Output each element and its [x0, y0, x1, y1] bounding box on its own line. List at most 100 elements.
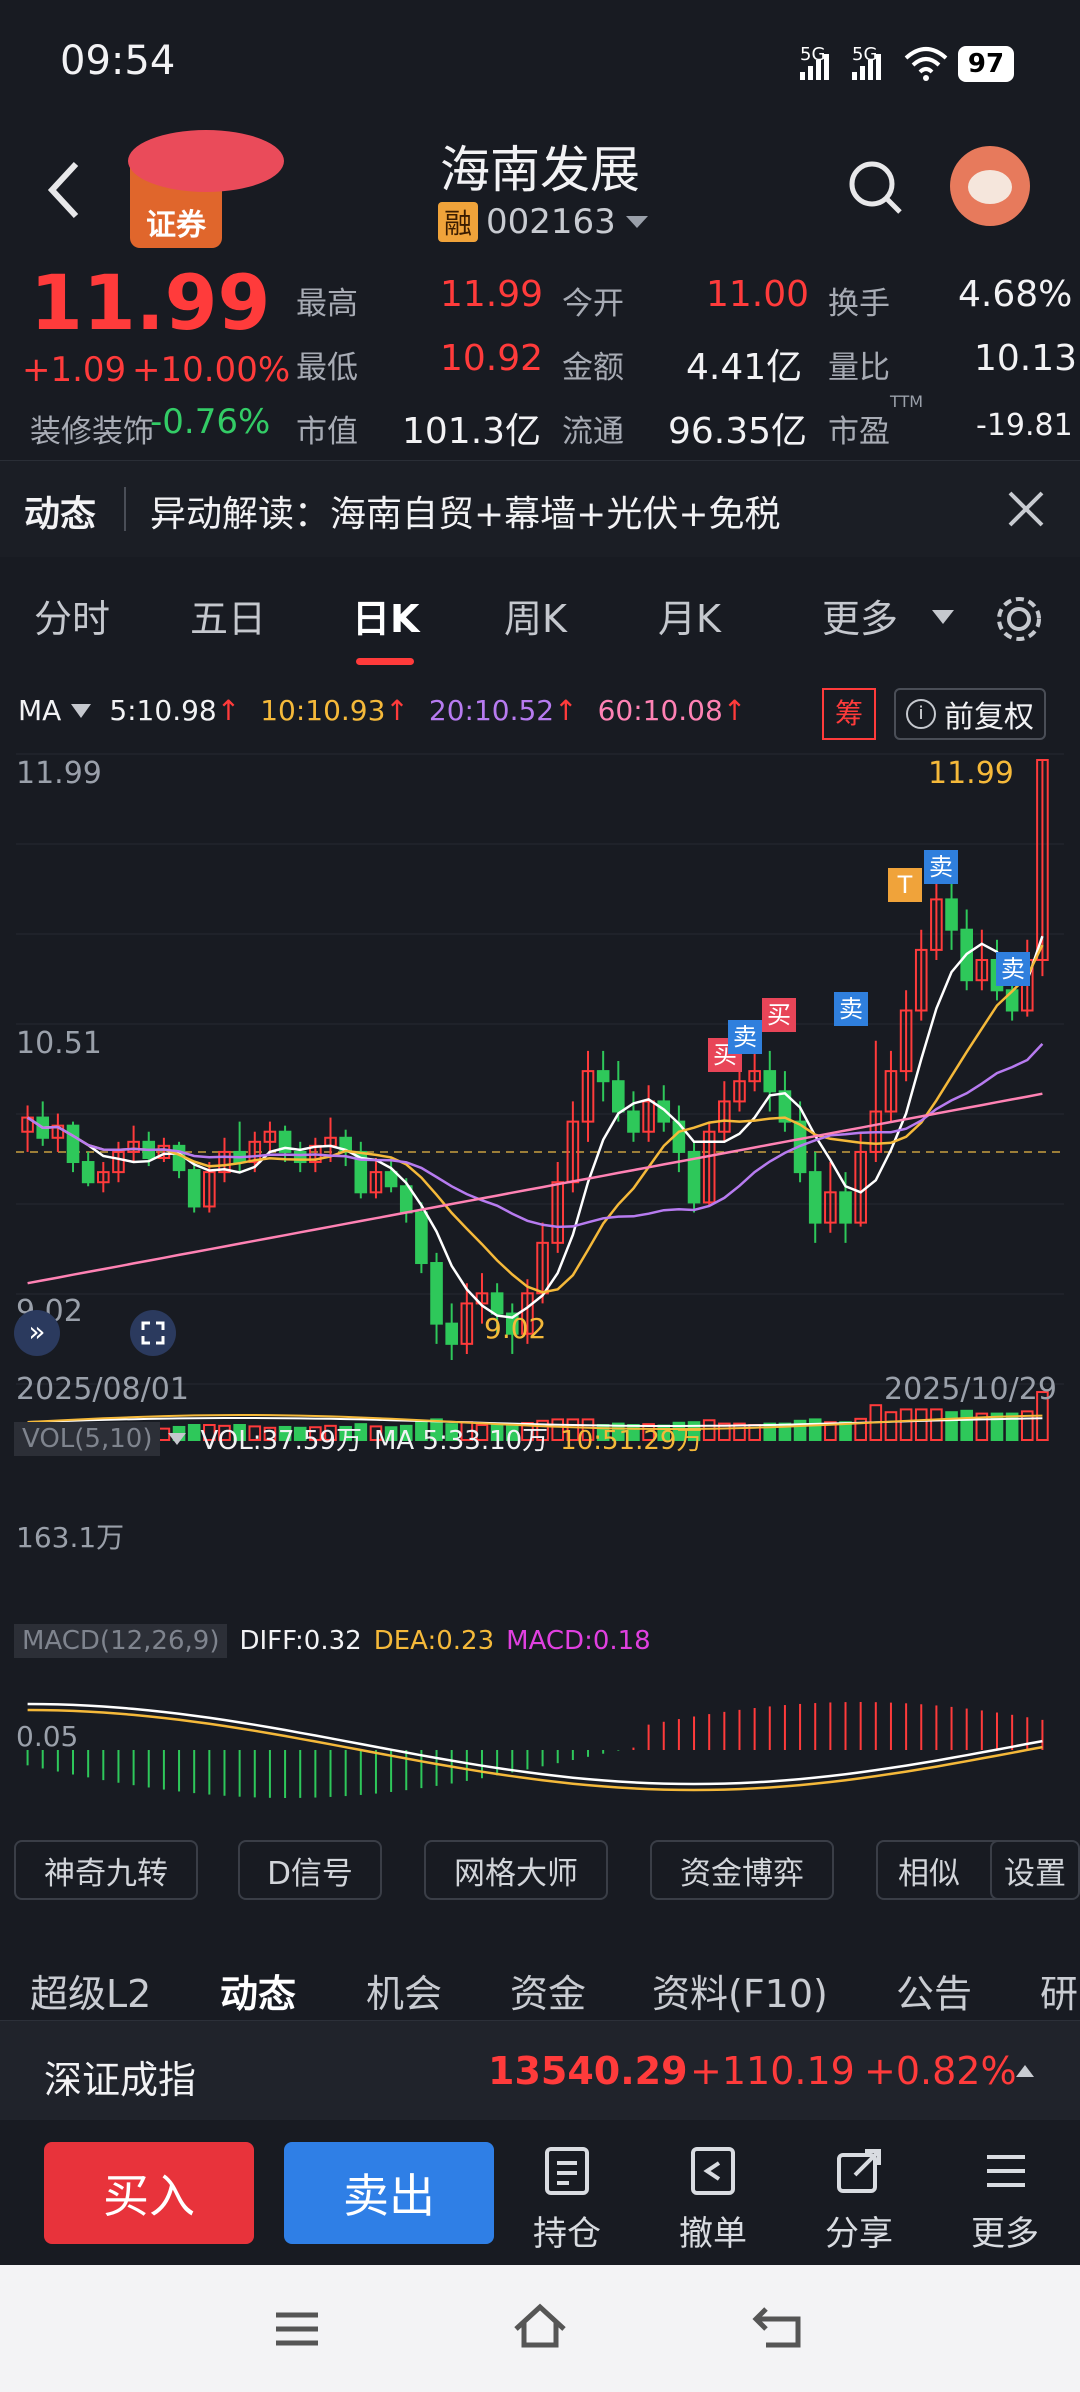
adjust-button[interactable]: i 前复权 [894, 688, 1046, 740]
tab-opportunity[interactable]: 机会 [366, 1963, 442, 2018]
value-mktcap: 101.3亿 [402, 411, 542, 452]
search-icon[interactable] [846, 158, 906, 218]
buy-button[interactable]: 买入 [44, 2142, 254, 2244]
close-icon[interactable] [1006, 489, 1046, 529]
value-low: 10.92 [440, 338, 544, 379]
label-amount: 金额 [562, 350, 624, 386]
candle [612, 1080, 625, 1113]
candle [945, 898, 958, 931]
tab-weekly-k[interactable]: 周K [504, 588, 567, 643]
candle [187, 1169, 201, 1208]
macd-selector[interactable]: MACD(12,26,9) [14, 1624, 228, 1658]
candle [172, 1144, 186, 1172]
kline-chart[interactable] [0, 740, 1080, 1820]
value-amount: 4.41亿 [686, 347, 803, 388]
back-icon[interactable] [752, 2301, 808, 2351]
sell-marker[interactable]: 卖 [728, 1020, 762, 1054]
low-annotation: 9.02 [484, 1312, 547, 1345]
sector-name[interactable]: 装修装饰 [30, 406, 154, 451]
value-turnover: 4.68% [958, 274, 1073, 315]
signal-icon-2 [852, 54, 881, 80]
news-text[interactable]: 异动解读：海南自贸+幕墙+光伏+免税 [150, 485, 781, 537]
label-volratio: 量比 [828, 350, 890, 386]
ma60-value: 60:10.08 [597, 694, 723, 727]
sell-marker-3[interactable]: 卖 [924, 850, 958, 884]
stock-code: 002163 [486, 202, 616, 242]
t-marker[interactable]: T [888, 868, 922, 902]
ttm-label: TTM [890, 392, 924, 411]
menu-icon [987, 2155, 1025, 2187]
chevron-down-icon [932, 610, 954, 624]
tab-f10[interactable]: 资料(F10) [652, 1963, 828, 2018]
value-volratio: 10.13 [974, 338, 1078, 379]
cancel-order-label: 撤单 [679, 2214, 747, 2254]
action-more[interactable]: 更多 [960, 2145, 1050, 2255]
volume-bar [960, 1409, 973, 1441]
status-time: 09:54 [60, 38, 176, 84]
value-open: 11.00 [706, 274, 810, 315]
macd-ylabel: 0.05 [16, 1720, 79, 1753]
value-high: 11.99 [440, 274, 544, 315]
tool-nine-turn[interactable]: 神奇九转 [14, 1840, 198, 1900]
action-cancel-order[interactable]: 撤单 [668, 2145, 758, 2255]
vol-selector[interactable]: VOL(5,10) [14, 1421, 161, 1456]
gear-icon[interactable] [992, 592, 1046, 646]
tab-super-l2[interactable]: 超级L2 [30, 1963, 151, 2018]
chevron-down-icon [71, 703, 92, 718]
tab-intraday[interactable]: 分时 [34, 588, 110, 643]
home-icon[interactable] [510, 2301, 570, 2351]
volume-bar [945, 1411, 958, 1442]
buy-marker-2[interactable]: 买 [762, 998, 796, 1032]
fullscreen-icon[interactable] [130, 1310, 176, 1356]
stock-code-selector[interactable]: 融 002163 [438, 202, 650, 242]
share-label: 分享 [825, 2214, 893, 2254]
label-open: 今开 [562, 286, 624, 322]
news-tag: 动态 [24, 494, 97, 535]
last-price: 11.99 [30, 258, 271, 347]
sell-marker-4[interactable]: 卖 [996, 952, 1030, 986]
index-change: +110.19 [690, 2049, 855, 2093]
tool-d-signal[interactable]: D信号 [238, 1840, 382, 1900]
menu-icon[interactable] [272, 2309, 322, 2349]
news-ticker[interactable]: 动态 异动解读：海南自贸+幕墙+光伏+免税 [0, 460, 1080, 557]
volume-bar [702, 1419, 716, 1441]
candle [627, 1110, 640, 1133]
signal-icon [800, 54, 829, 80]
tab-research[interactable]: 研 [1040, 1963, 1078, 2018]
tool-settings[interactable]: 设置 [990, 1840, 1080, 1900]
action-holdings[interactable]: 持仓 [522, 2145, 612, 2255]
action-share[interactable]: 分享 [814, 2145, 904, 2255]
candle [81, 1161, 95, 1184]
stock-name: 海南发展 [440, 141, 640, 199]
tool-capital-game[interactable]: 资金博弈 [650, 1840, 834, 1900]
tab-more[interactable]: 更多 [822, 588, 898, 643]
avatar[interactable] [950, 146, 1030, 226]
index-ticker[interactable]: 深证成指 13540.29 +110.19 +0.82% [0, 2020, 1080, 2121]
volume-bar [914, 1408, 928, 1442]
high-annotation: 11.99 [928, 756, 1014, 791]
cancel-order-icon [691, 2147, 735, 2195]
chevron-down-icon [625, 216, 648, 228]
value-pe: -19.81 [976, 408, 1073, 443]
macd-value: MACD:0.18 [506, 1626, 651, 1656]
ma-line-ma60 [27, 1092, 1043, 1285]
expand-left-icon[interactable]: » [14, 1310, 60, 1356]
sell-button[interactable]: 卖出 [284, 2142, 494, 2244]
tab-five-day[interactable]: 五日 [190, 588, 266, 643]
tool-grid-master[interactable]: 网格大师 [424, 1840, 608, 1900]
chart-panel: MA 5:10.98 ↑ 10:10.93 ↑ 20:10.52 ↑ 60:10.08… [0, 680, 1080, 1820]
tab-daily-k[interactable]: 日K [352, 588, 419, 643]
tab-monthly-k[interactable]: 月K [658, 588, 721, 643]
ma-label[interactable]: MA [18, 694, 61, 727]
vol-ma5: MA 5:33.10万 [373, 1426, 549, 1456]
candle [839, 1191, 852, 1224]
holdings-icon [545, 2147, 589, 2195]
sell-marker-2[interactable]: 卖 [834, 992, 868, 1026]
ma10-value: 10:10.93 [260, 694, 386, 727]
label-mktcap: 市值 [296, 414, 358, 450]
tab-dynamics[interactable]: 动态 [220, 1963, 296, 2018]
tab-capital[interactable]: 资金 [510, 1963, 586, 2018]
chip-button[interactable]: 筹 [822, 688, 876, 740]
vol-ylabel: 163.1万 [16, 1521, 125, 1554]
tab-announcement[interactable]: 公告 [896, 1963, 972, 2018]
